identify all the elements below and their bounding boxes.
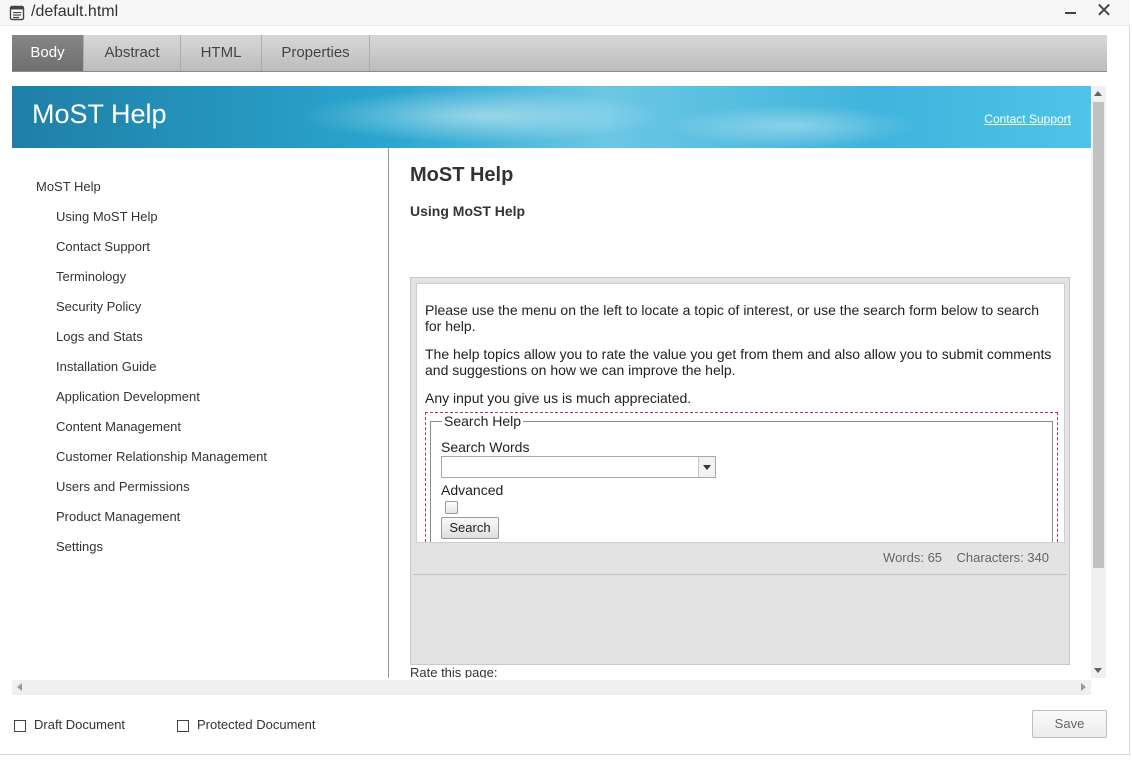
- rating-paragraph: The help topics allow you to rate the va…: [425, 346, 1052, 378]
- protected-document-checkbox[interactable]: [177, 720, 189, 732]
- help-banner: MoST Help Contact Support: [12, 86, 1091, 148]
- window-title: /default.html: [31, 3, 119, 20]
- horizontal-scrollbar[interactable]: [12, 680, 1091, 695]
- intro-paragraph: Please use the menu on the left to locat…: [425, 302, 1040, 334]
- search-words-combobox[interactable]: [441, 456, 716, 478]
- search-words-label: Search Words: [441, 439, 530, 455]
- save-button[interactable]: Save: [1032, 710, 1107, 738]
- rich-text-editor: Please use the menu on the left to locat…: [410, 277, 1070, 665]
- title-bar: /default.html ✕: [0, 0, 1130, 26]
- document-icon: [9, 5, 25, 21]
- vertical-scrollbar[interactable]: [1091, 86, 1106, 678]
- search-legend: Search Help: [442, 413, 524, 429]
- nav-item-most-help[interactable]: MoST Help: [36, 179, 101, 194]
- word-count-status: Words: 65 Characters: 340: [883, 550, 1049, 565]
- protected-document-label: Protected Document: [197, 717, 316, 732]
- nav-item-installation-guide[interactable]: Installation Guide: [56, 359, 267, 389]
- nav-item-content-management[interactable]: Content Management: [56, 419, 267, 449]
- banner-title: MoST Help: [32, 99, 167, 129]
- draft-document-checkbox[interactable]: [14, 720, 26, 732]
- vertical-scroll-thumb[interactable]: [1093, 102, 1104, 568]
- close-icon[interactable]: ✕: [1094, 1, 1114, 21]
- advanced-label: Advanced: [441, 482, 504, 498]
- rate-label: Rate this page:: [410, 665, 498, 678]
- nav-item-contact-support[interactable]: Contact Support: [56, 239, 267, 269]
- tab-properties[interactable]: Properties: [262, 35, 370, 71]
- nav-item-crm[interactable]: Customer Relationship Management: [56, 449, 267, 479]
- advanced-checkbox[interactable]: [445, 501, 458, 514]
- appreciation-paragraph: Any input you give us is much appreciate…: [425, 390, 692, 406]
- nav-item-security-policy[interactable]: Security Policy: [56, 299, 267, 329]
- scroll-right-icon[interactable]: [1081, 683, 1086, 691]
- nav-item-terminology[interactable]: Terminology: [56, 269, 267, 299]
- minimize-icon[interactable]: [1061, 2, 1081, 22]
- nav-item-product-management[interactable]: Product Management: [56, 509, 267, 539]
- tab-bar: Body Abstract HTML Properties: [12, 35, 1107, 72]
- tab-body[interactable]: Body: [12, 35, 84, 71]
- nav-item-users-and-permissions[interactable]: Users and Permissions: [56, 479, 267, 509]
- tab-html[interactable]: HTML: [181, 35, 262, 71]
- page-heading: MoST Help: [410, 164, 514, 186]
- editor-body[interactable]: Please use the menu on the left to locat…: [416, 283, 1065, 543]
- page-subheading: Using MoST Help: [410, 203, 526, 219]
- nav-item-logs-and-stats[interactable]: Logs and Stats: [56, 329, 267, 359]
- scroll-down-icon[interactable]: [1094, 668, 1102, 673]
- search-region: Search Help Search Words Advanced Search: [425, 412, 1058, 542]
- editor-divider: [413, 574, 1067, 575]
- nav-list: Using MoST Help Contact Support Terminol…: [56, 209, 267, 569]
- main-content: MoST Help Using MoST Help Please use the…: [410, 148, 1090, 678]
- nav-item-application-development[interactable]: Application Development: [56, 389, 267, 419]
- word-count: Words: 65: [883, 550, 943, 565]
- search-fieldset: Search Help Search Words Advanced Search: [430, 413, 1053, 542]
- scroll-up-icon[interactable]: [1094, 91, 1102, 96]
- preview-frame: MoST Help Contact Support MoST Help Usin…: [12, 86, 1091, 678]
- editor-window: /default.html ✕ Body Abstract HTML Prope…: [0, 0, 1130, 755]
- search-button[interactable]: Search: [441, 517, 499, 539]
- character-count: Characters: 340: [956, 550, 1050, 565]
- draft-document-label: Draft Document: [34, 717, 126, 732]
- scroll-left-icon[interactable]: [17, 683, 22, 691]
- nav-item-settings[interactable]: Settings: [56, 539, 267, 569]
- tab-abstract[interactable]: Abstract: [84, 35, 181, 71]
- nav-item-using-most-help[interactable]: Using MoST Help: [56, 209, 267, 239]
- contact-support-link[interactable]: Contact Support: [984, 112, 1071, 126]
- help-nav: MoST Help Using MoST Help Contact Suppor…: [12, 148, 389, 678]
- chevron-down-icon[interactable]: [698, 457, 715, 477]
